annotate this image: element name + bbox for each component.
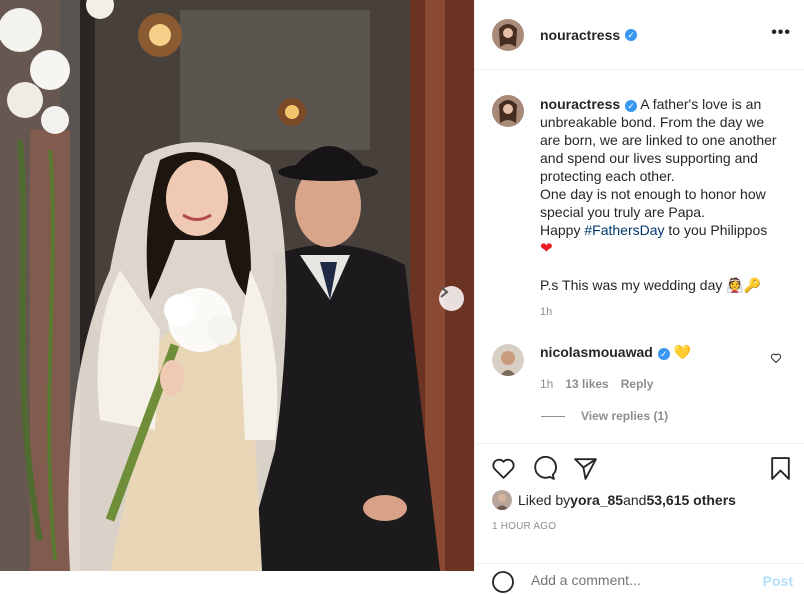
comment-time[interactable]: 1h: [540, 377, 553, 391]
post-timestamp[interactable]: 1 HOUR AGO: [492, 521, 556, 532]
commenter-username[interactable]: nicolasmouawad: [540, 344, 653, 360]
comments-area: nouractress ✓ A father's love is an unbre…: [475, 71, 804, 443]
likes-count[interactable]: 53,615 others: [646, 492, 736, 508]
commenter-avatar[interactable]: [492, 344, 524, 376]
caption-text: nouractress ✓ A father's love is an unbre…: [540, 95, 788, 321]
post-actions: Liked by yora_85 and 53,615 others 1 HOU…: [475, 443, 804, 593]
caption-ps: P.s This was my wedding day 👰🔑: [540, 277, 762, 293]
red-heart-emoji: ❤: [540, 240, 553, 257]
liked-by: Liked by yora_85 and 53,615 others: [492, 490, 736, 510]
comment-heart-icon[interactable]: [770, 352, 782, 364]
next-photo-button[interactable]: [439, 286, 464, 311]
hashtag-link[interactable]: #FathersDay: [584, 222, 664, 238]
caption-line-2: One day is not enough to honor how speci…: [540, 186, 766, 220]
caption: nouractress ✓ A father's love is an unbre…: [492, 95, 788, 321]
author-avatar[interactable]: [492, 18, 524, 51]
add-comment-bar: Post: [475, 563, 804, 593]
post-header: nouractress ✓ •••: [475, 0, 804, 70]
liker-username[interactable]: yora_85: [570, 492, 623, 508]
instagram-post: nouractress ✓ ••• nouractress ✓ A father'…: [0, 0, 804, 593]
comment-icon[interactable]: [532, 456, 557, 481]
post-comment-button[interactable]: Post: [763, 573, 793, 589]
more-options-icon[interactable]: •••: [771, 24, 791, 42]
smile-icon[interactable]: [491, 570, 515, 594]
caption-avatar[interactable]: [492, 95, 524, 127]
heart-icon[interactable]: [491, 456, 516, 481]
bookmark-icon[interactable]: [768, 456, 793, 481]
comment-input[interactable]: [531, 572, 731, 588]
caption-time[interactable]: 1h: [540, 303, 788, 321]
comment: nicolasmouawad ✓ 💛 1h 13 likes Reply: [492, 344, 792, 391]
wedding-photo-illustration: [0, 0, 474, 571]
liker-avatar[interactable]: [492, 490, 512, 510]
comment-emoji: 💛: [673, 344, 692, 360]
verified-badge-icon: ✓: [625, 28, 638, 41]
reply-button[interactable]: Reply: [621, 377, 654, 391]
post-photo[interactable]: [0, 0, 474, 571]
chevron-right-icon: [440, 286, 449, 298]
paper-plane-icon[interactable]: [573, 456, 598, 481]
author-username[interactable]: nouractress: [540, 27, 620, 43]
divider: [541, 415, 565, 417]
caption-line-3: Happy #FathersDay to you Philippos: [540, 222, 768, 238]
verified-badge-icon: ✓: [657, 348, 670, 360]
verified-badge-icon: ✓: [625, 100, 638, 112]
comment-likes[interactable]: 13 likes: [565, 377, 608, 391]
view-replies-button[interactable]: View replies (1): [541, 409, 668, 423]
post-side-panel: nouractress ✓ ••• nouractress ✓ A father'…: [474, 0, 804, 593]
caption-username[interactable]: nouractress: [540, 96, 620, 112]
